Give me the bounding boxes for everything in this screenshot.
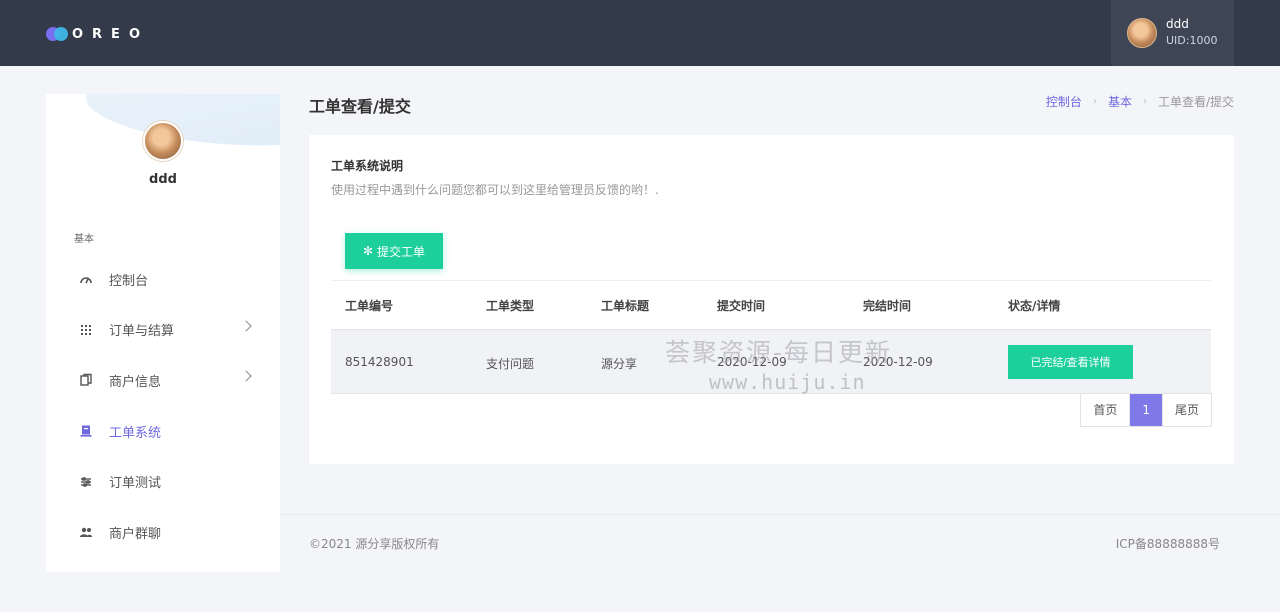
sidebar-item-ticket-system[interactable]: 工单系统 [46,406,280,457]
chevron-right-icon [240,370,252,382]
sidebar-item-label: 订单与结算 [109,324,175,340]
profile-avatar[interactable] [143,121,183,161]
pagination-page-current[interactable]: 1 [1129,394,1162,426]
user-avatar [1127,18,1157,48]
breadcrumb: 控制台 › 基本 › 工单查看/提交 [1046,93,1234,110]
breadcrumb-link-dashboard[interactable]: 控制台 [1046,93,1082,110]
column-header-id: 工单编号 [345,298,394,313]
user-uid: UID:1000 [1166,34,1218,47]
column-header-type: 工单类型 [486,298,535,313]
user-menu[interactable]: ddd UID:1000 [1111,0,1234,66]
sidebar-nav: 控制台 订单与结算 商户信息 工单系统 订单测试 商户群聊 [46,254,280,558]
breadcrumb-link-basic[interactable]: 基本 [1108,93,1132,110]
chevron-right-icon: › [1142,96,1147,107]
copy-icon [79,373,93,387]
brand-logo[interactable]: OREO [46,24,149,44]
column-header-submitted: 提交时间 [717,298,766,313]
watermark-url: www.huiju.in [709,370,866,394]
sliders-icon [79,475,93,489]
column-header-status: 状态/详情 [1008,298,1061,313]
pagination-first[interactable]: 首页 [1081,394,1129,426]
footer-copyright: ©2021 源分享版权所有 [309,537,440,551]
cell-title: 源分享 [601,357,638,371]
breadcrumb-current: 工单查看/提交 [1157,95,1234,109]
users-icon [79,525,93,539]
column-header-completed: 完结时间 [863,298,912,313]
sidebar-item-merchant-chat[interactable]: 商户群聊 [46,507,280,558]
sidebar-section-label: 基本 [74,234,94,245]
chevron-right-icon: › [1092,96,1097,107]
logo-mark-icon [46,25,68,43]
footer-divider [280,514,1280,515]
sidebar-item-label: 控制台 [109,273,149,289]
cell-type: 支付问题 [486,357,535,371]
card-title: 工单系统说明 [331,159,404,173]
footer-icp: ICP备88888888号 [1115,537,1220,551]
pagination: 首页 1 尾页 [1080,393,1212,427]
logo-text: OREO [72,26,149,42]
sidebar-item-dashboard[interactable]: 控制台 [46,254,280,305]
sidebar-item-label: 商户信息 [109,374,162,390]
sidebar-item-order-test[interactable]: 订单测试 [46,456,280,507]
submit-ticket-button[interactable]: ✻ 提交工单 [345,233,443,269]
sidebar-item-label: 商户群聊 [109,526,162,542]
dashboard-icon [79,272,93,286]
view-details-button[interactable]: 已完结/查看详情 [1008,345,1133,379]
page-title: 工单查看/提交 [309,97,411,116]
card-description: 使用过程中遇到什么问题您都可以到这里给管理员反馈的哟！. [331,183,659,197]
sidebar-header-decoration [82,94,280,162]
cell-id: 851428901 [345,355,414,369]
submit-ticket-label: 提交工单 [377,244,426,259]
column-header-title: 工单标题 [601,298,650,313]
asterisk-icon: ✻ [362,244,374,258]
table-header: 工单编号 工单类型 工单标题 提交时间 完结时间 状态/详情 [331,280,1211,330]
ticket-card: 工单系统说明 使用过程中遇到什么问题您都可以到这里给管理员反馈的哟！. ✻ 提交… [309,135,1234,464]
sidebar: ddd 基本 控制台 订单与结算 商户信息 工单系统 订单测试 商户群聊 [46,94,280,572]
user-name: ddd [1166,17,1189,31]
ticket-icon [79,424,93,438]
chevron-right-icon [240,319,252,332]
grid-icon [79,323,93,337]
top-navbar: OREO ddd UID:1000 [0,0,1280,66]
profile-name: ddd [149,172,177,187]
sidebar-item-merchant-info[interactable]: 商户信息 [46,355,280,406]
sidebar-item-orders[interactable]: 订单与结算 [46,305,280,356]
watermark-text: 荟聚资源-每日更新 [665,338,893,367]
sidebar-item-label: 工单系统 [109,425,162,441]
sidebar-item-label: 订单测试 [109,476,162,492]
pagination-last[interactable]: 尾页 [1161,394,1211,426]
